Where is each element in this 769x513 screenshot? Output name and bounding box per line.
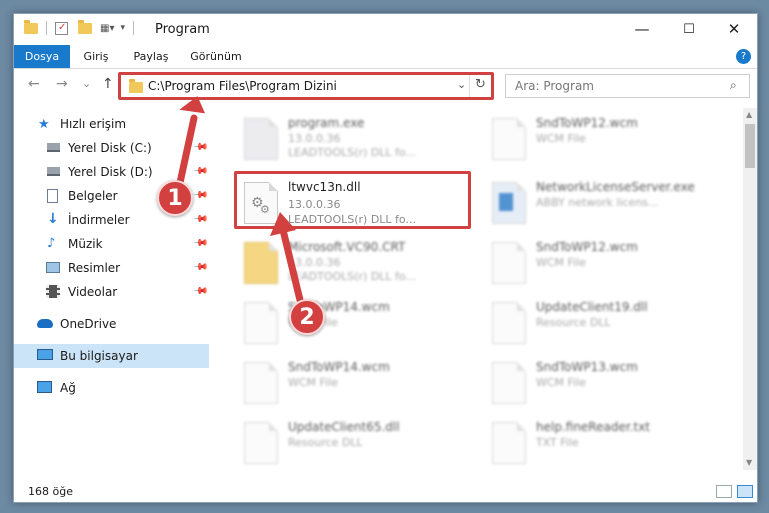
arrow-2	[279, 226, 304, 304]
annotation-marker-2: 2	[289, 299, 325, 335]
arrow-2-head	[270, 212, 296, 236]
arrow-1-head	[179, 96, 206, 114]
annotation-marker-1: 1	[157, 180, 193, 216]
annotation-arrows	[174, 96, 304, 304]
